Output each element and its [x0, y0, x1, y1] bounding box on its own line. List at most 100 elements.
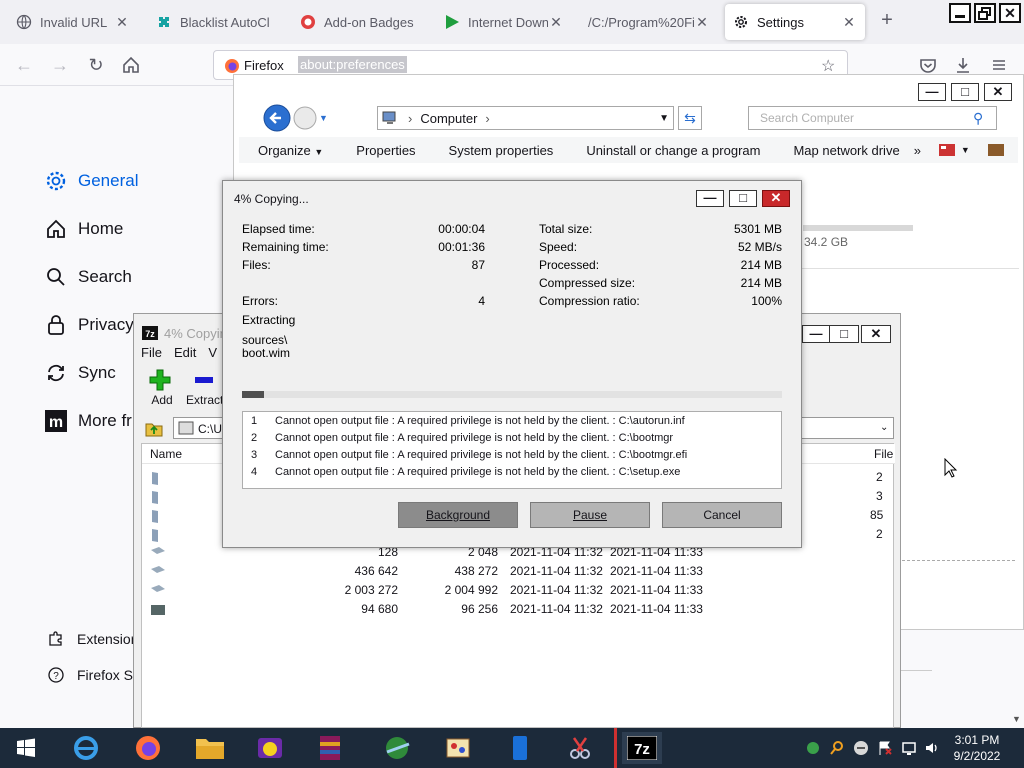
taskbar-ie[interactable] [66, 732, 106, 764]
new-tab-button[interactable]: + [876, 10, 898, 32]
search-icon[interactable]: ⚲ [973, 110, 983, 127]
taskbar-winrar[interactable] [310, 732, 350, 764]
forward-icon[interactable]: → [49, 54, 71, 76]
download-icon[interactable] [952, 54, 974, 76]
explorer-search-input[interactable]: Search Computer [748, 106, 997, 130]
close-icon[interactable]: ✕ [694, 14, 710, 31]
maximize-button[interactable]: □ [729, 190, 757, 207]
taskbar-network[interactable] [378, 732, 418, 764]
chevron-down-icon[interactable]: ▼ [319, 113, 328, 123]
sidebar-link-support[interactable]: ? Firefox Su [47, 666, 141, 684]
bookmark-star-icon[interactable]: ☆ [821, 56, 835, 76]
forward-icon[interactable] [293, 106, 317, 130]
taskbar-explorer[interactable] [190, 732, 230, 764]
add-button[interactable]: Add [149, 369, 175, 407]
sidebar-item-privacy[interactable]: Privacy [44, 311, 134, 339]
close-window-button[interactable]: ✕ [762, 190, 790, 207]
background-button[interactable]: Background [398, 502, 518, 528]
error-log-list[interactable]: 1 Cannot open output file : A required pr… [242, 411, 782, 489]
column-files[interactable]: File [874, 447, 893, 461]
taskbar-clock[interactable]: 3:01 PM 9/2/2022 [944, 732, 1010, 764]
close-icon[interactable]: ✕ [841, 14, 857, 31]
table-row[interactable]: 436 642 438 272 2021-11-04 11:32 2021-11… [142, 562, 895, 581]
uninstall-program-button[interactable]: Uninstall or change a program [567, 143, 774, 158]
menu-icon[interactable] [988, 54, 1010, 76]
table-row[interactable]: 2 003 272 2 004 992 2021-11-04 11:32 202… [142, 581, 895, 600]
extract-label: Extract [186, 393, 224, 407]
sidebar-item-more[interactable]: m More fr [44, 407, 132, 435]
cancel-button[interactable]: Cancel [662, 502, 782, 528]
url-text[interactable]: about:preferences [298, 56, 407, 73]
tab-internet-download[interactable]: Internet Downlo ✕ [436, 4, 572, 40]
chevron-down-icon[interactable]: ▼ [961, 145, 970, 155]
sidebar-item-sync[interactable]: Sync [44, 359, 116, 387]
flag-tray-icon[interactable] [877, 740, 893, 756]
view-icon[interactable] [938, 144, 955, 156]
properties-button[interactable]: Properties [337, 143, 429, 158]
taskbar-7zip[interactable]: 7z [622, 732, 662, 764]
sidebar-item-general[interactable]: General [44, 167, 138, 195]
tab-blacklist[interactable]: Blacklist AutoCl [148, 4, 286, 40]
sidebar-item-home[interactable]: Home [44, 215, 123, 243]
menu-view[interactable]: V [208, 345, 217, 363]
explorer-address-bar[interactable]: › Computer › ▼ [377, 106, 674, 130]
network-tray-icon[interactable] [805, 740, 821, 756]
tab-settings[interactable]: Settings ✕ [725, 4, 865, 40]
tab-invalid-url[interactable]: Invalid URL ✕ [8, 4, 138, 40]
taskbar-firefox[interactable] [128, 732, 168, 764]
help-icon: ? [47, 666, 65, 684]
table-row[interactable]: 94 680 96 256 2021-11-04 11:32 2021-11-0… [142, 600, 895, 619]
tab-program-files[interactable]: /C:/Program%20File ✕ [580, 4, 718, 40]
pocket-icon[interactable] [917, 54, 939, 76]
taskbar-tools[interactable] [560, 732, 600, 764]
taskbar-yahoo[interactable] [250, 732, 290, 764]
maximize-button[interactable]: □ [829, 325, 859, 343]
start-button[interactable] [6, 732, 46, 764]
minimize-button[interactable] [949, 3, 971, 23]
maximize-button[interactable]: □ [951, 83, 979, 101]
current-file-path: sources\ [242, 333, 288, 347]
close-window-button[interactable]: ✕ [861, 325, 891, 343]
minimize-button[interactable]: — [696, 190, 724, 207]
drive-usage-bar [803, 225, 913, 231]
more-commands-button[interactable]: » [914, 143, 935, 158]
column-name[interactable]: Name [150, 447, 182, 461]
chevron-down-icon[interactable]: ▼ [659, 113, 669, 124]
search-tray-icon[interactable] [829, 740, 845, 756]
close-window-button[interactable]: ✕ [999, 3, 1021, 23]
pause-button[interactable]: Pause [530, 502, 650, 528]
organize-button[interactable]: Organize ▼ [239, 143, 337, 158]
chevron-down-icon[interactable]: ⌄ [880, 422, 888, 433]
menu-file[interactable]: File [141, 345, 162, 363]
tab-addon-badges[interactable]: Add-on Badges [292, 4, 424, 40]
close-icon[interactable]: ✕ [114, 14, 130, 31]
volume-tray-icon[interactable] [924, 740, 940, 756]
sidebar-item-search[interactable]: Search [44, 263, 132, 291]
menu-edit[interactable]: Edit [174, 345, 196, 363]
sidebar-link-extensions[interactable]: Extension [47, 630, 138, 648]
back-icon[interactable] [263, 104, 291, 132]
files-value: 87 [471, 258, 485, 272]
home-icon[interactable] [120, 54, 142, 76]
refresh-icon[interactable]: ⇆ [678, 106, 702, 130]
address-part[interactable]: Computer [420, 111, 477, 126]
minimize-button[interactable]: — [802, 325, 830, 343]
display-tray-icon[interactable] [901, 740, 917, 756]
taskbar-tablet[interactable] [500, 732, 540, 764]
svg-text:7z: 7z [634, 741, 650, 758]
minus-tray-icon[interactable] [853, 740, 869, 756]
close-icon[interactable]: ✕ [548, 14, 564, 31]
preview-pane-icon[interactable] [987, 144, 1004, 156]
system-properties-button[interactable]: System properties [430, 143, 568, 158]
restore-button[interactable] [974, 3, 996, 23]
minimize-button[interactable]: — [918, 83, 946, 101]
map-network-drive-button[interactable]: Map network drive [774, 143, 913, 158]
taskbar-paint[interactable] [438, 732, 478, 764]
gear-icon [44, 169, 68, 193]
folder-up-icon[interactable] [145, 419, 163, 437]
close-window-button[interactable]: ✕ [984, 83, 1012, 101]
extract-button[interactable]: Extract [186, 369, 226, 407]
back-icon[interactable]: ← [13, 54, 35, 76]
reload-icon[interactable]: ↻ [85, 54, 107, 76]
scroll-down-icon[interactable]: ▼ [1012, 714, 1021, 724]
